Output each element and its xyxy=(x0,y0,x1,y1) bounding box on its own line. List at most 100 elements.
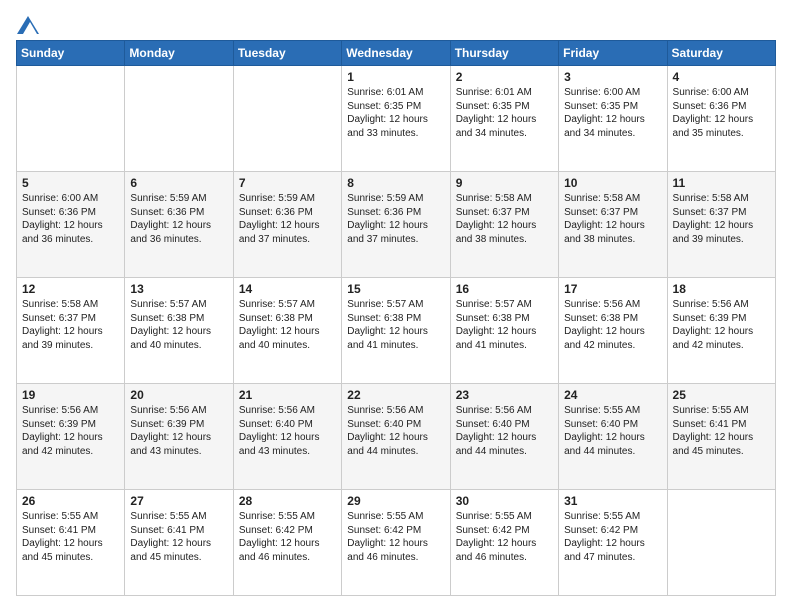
weekday-header-thursday: Thursday xyxy=(450,41,558,66)
day-info: Sunrise: 5:56 AM Sunset: 6:40 PM Dayligh… xyxy=(347,404,444,458)
calendar-cell: 19 Sunrise: 5:56 AM Sunset: 6:39 PM Dayli… xyxy=(17,384,125,490)
day-number: 14 xyxy=(239,282,336,296)
day-number: 19 xyxy=(22,388,119,402)
day-info: Sunrise: 5:55 AM Sunset: 6:42 PM Dayligh… xyxy=(239,510,336,564)
day-info: Sunrise: 5:56 AM Sunset: 6:39 PM Dayligh… xyxy=(22,404,119,458)
day-number: 4 xyxy=(673,70,770,84)
calendar-cell xyxy=(125,66,233,172)
weekday-header-monday: Monday xyxy=(125,41,233,66)
day-number: 10 xyxy=(564,176,661,190)
day-number: 6 xyxy=(130,176,227,190)
day-number: 16 xyxy=(456,282,553,296)
day-number: 28 xyxy=(239,494,336,508)
calendar-cell: 20 Sunrise: 5:56 AM Sunset: 6:39 PM Dayli… xyxy=(125,384,233,490)
calendar-cell: 24 Sunrise: 5:55 AM Sunset: 6:40 PM Dayli… xyxy=(559,384,667,490)
day-info: Sunrise: 6:01 AM Sunset: 6:35 PM Dayligh… xyxy=(347,86,444,140)
day-number: 17 xyxy=(564,282,661,296)
day-info: Sunrise: 5:57 AM Sunset: 6:38 PM Dayligh… xyxy=(239,298,336,352)
day-number: 23 xyxy=(456,388,553,402)
calendar-cell: 14 Sunrise: 5:57 AM Sunset: 6:38 PM Dayli… xyxy=(233,278,341,384)
calendar-cell: 11 Sunrise: 5:58 AM Sunset: 6:37 PM Dayli… xyxy=(667,172,775,278)
day-number: 2 xyxy=(456,70,553,84)
calendar-cell xyxy=(233,66,341,172)
calendar-cell: 30Sunrise: 5:55 AM Sunset: 6:42 PM Dayli… xyxy=(450,490,558,596)
day-info: Sunrise: 5:55 AM Sunset: 6:41 PM Dayligh… xyxy=(22,510,119,564)
day-number: 26 xyxy=(22,494,119,508)
calendar-cell: 28 Sunrise: 5:55 AM Sunset: 6:42 PM Dayli… xyxy=(233,490,341,596)
day-info: Sunrise: 6:00 AM Sunset: 6:36 PM Dayligh… xyxy=(673,86,770,140)
calendar-cell: 31Sunrise: 5:55 AM Sunset: 6:42 PM Dayli… xyxy=(559,490,667,596)
calendar-cell: 29 Sunrise: 5:55 AM Sunset: 6:42 PM Dayli… xyxy=(342,490,450,596)
week-row-3: 12 Sunrise: 5:58 AM Sunset: 6:37 PM Dayli… xyxy=(17,278,776,384)
week-row-5: 26 Sunrise: 5:55 AM Sunset: 6:41 PM Dayli… xyxy=(17,490,776,596)
calendar-cell: 26 Sunrise: 5:55 AM Sunset: 6:41 PM Dayli… xyxy=(17,490,125,596)
day-info: Sunrise: 5:58 AM Sunset: 6:37 PM Dayligh… xyxy=(22,298,119,352)
day-number: 24 xyxy=(564,388,661,402)
logo xyxy=(16,16,39,30)
day-number: 5 xyxy=(22,176,119,190)
day-info: Sunrise: 5:56 AM Sunset: 6:40 PM Dayligh… xyxy=(239,404,336,458)
weekday-header-friday: Friday xyxy=(559,41,667,66)
week-row-2: 5 Sunrise: 6:00 AM Sunset: 6:36 PM Daylig… xyxy=(17,172,776,278)
day-info: Sunrise: 5:58 AM Sunset: 6:37 PM Dayligh… xyxy=(456,192,553,246)
header xyxy=(16,16,776,30)
day-number: 31 xyxy=(564,494,661,508)
day-info: Sunrise: 5:55 AM Sunset: 6:40 PM Dayligh… xyxy=(564,404,661,458)
calendar-cell: 22 Sunrise: 5:56 AM Sunset: 6:40 PM Dayli… xyxy=(342,384,450,490)
calendar-cell: 1Sunrise: 6:01 AM Sunset: 6:35 PM Daylig… xyxy=(342,66,450,172)
day-info: Sunrise: 5:55 AM Sunset: 6:42 PM Dayligh… xyxy=(347,510,444,564)
day-number: 7 xyxy=(239,176,336,190)
calendar-cell: 9 Sunrise: 5:58 AM Sunset: 6:37 PM Daylig… xyxy=(450,172,558,278)
day-info: Sunrise: 5:55 AM Sunset: 6:41 PM Dayligh… xyxy=(673,404,770,458)
day-number: 20 xyxy=(130,388,227,402)
day-info: Sunrise: 5:57 AM Sunset: 6:38 PM Dayligh… xyxy=(456,298,553,352)
day-number: 15 xyxy=(347,282,444,296)
day-info: Sunrise: 5:56 AM Sunset: 6:39 PM Dayligh… xyxy=(673,298,770,352)
calendar-cell: 5 Sunrise: 6:00 AM Sunset: 6:36 PM Daylig… xyxy=(17,172,125,278)
day-number: 29 xyxy=(347,494,444,508)
day-number: 22 xyxy=(347,388,444,402)
calendar-cell: 3 Sunrise: 6:00 AM Sunset: 6:35 PM Daylig… xyxy=(559,66,667,172)
day-number: 3 xyxy=(564,70,661,84)
calendar-cell: 18 Sunrise: 5:56 AM Sunset: 6:39 PM Dayli… xyxy=(667,278,775,384)
day-info: Sunrise: 5:56 AM Sunset: 6:39 PM Dayligh… xyxy=(130,404,227,458)
day-number: 8 xyxy=(347,176,444,190)
weekday-header-tuesday: Tuesday xyxy=(233,41,341,66)
calendar-cell: 23Sunrise: 5:56 AM Sunset: 6:40 PM Dayli… xyxy=(450,384,558,490)
day-info: Sunrise: 5:57 AM Sunset: 6:38 PM Dayligh… xyxy=(347,298,444,352)
day-number: 9 xyxy=(456,176,553,190)
calendar-cell: 27 Sunrise: 5:55 AM Sunset: 6:41 PM Dayli… xyxy=(125,490,233,596)
calendar-table: SundayMondayTuesdayWednesdayThursdayFrid… xyxy=(16,40,776,596)
day-info: Sunrise: 5:55 AM Sunset: 6:41 PM Dayligh… xyxy=(130,510,227,564)
calendar-cell: 21Sunrise: 5:56 AM Sunset: 6:40 PM Dayli… xyxy=(233,384,341,490)
calendar-cell: 16 Sunrise: 5:57 AM Sunset: 6:38 PM Dayli… xyxy=(450,278,558,384)
day-info: Sunrise: 6:01 AM Sunset: 6:35 PM Dayligh… xyxy=(456,86,553,140)
calendar-cell: 7 Sunrise: 5:59 AM Sunset: 6:36 PM Daylig… xyxy=(233,172,341,278)
calendar-cell: 2 Sunrise: 6:01 AM Sunset: 6:35 PM Daylig… xyxy=(450,66,558,172)
day-number: 18 xyxy=(673,282,770,296)
day-info: Sunrise: 6:00 AM Sunset: 6:36 PM Dayligh… xyxy=(22,192,119,246)
calendar-cell xyxy=(667,490,775,596)
day-info: Sunrise: 6:00 AM Sunset: 6:35 PM Dayligh… xyxy=(564,86,661,140)
calendar-cell: 15 Sunrise: 5:57 AM Sunset: 6:38 PM Dayli… xyxy=(342,278,450,384)
day-info: Sunrise: 5:59 AM Sunset: 6:36 PM Dayligh… xyxy=(347,192,444,246)
page: SundayMondayTuesdayWednesdayThursdayFrid… xyxy=(0,0,792,612)
calendar-cell: 12 Sunrise: 5:58 AM Sunset: 6:37 PM Dayli… xyxy=(17,278,125,384)
day-number: 12 xyxy=(22,282,119,296)
day-info: Sunrise: 5:58 AM Sunset: 6:37 PM Dayligh… xyxy=(673,192,770,246)
day-number: 13 xyxy=(130,282,227,296)
day-number: 27 xyxy=(130,494,227,508)
logo-icon xyxy=(17,16,39,34)
calendar-cell: 8 Sunrise: 5:59 AM Sunset: 6:36 PM Daylig… xyxy=(342,172,450,278)
day-info: Sunrise: 5:59 AM Sunset: 6:36 PM Dayligh… xyxy=(239,192,336,246)
day-info: Sunrise: 5:56 AM Sunset: 6:38 PM Dayligh… xyxy=(564,298,661,352)
calendar-cell: 6Sunrise: 5:59 AM Sunset: 6:36 PM Daylig… xyxy=(125,172,233,278)
day-info: Sunrise: 5:55 AM Sunset: 6:42 PM Dayligh… xyxy=(456,510,553,564)
day-info: Sunrise: 5:58 AM Sunset: 6:37 PM Dayligh… xyxy=(564,192,661,246)
weekday-header-sunday: Sunday xyxy=(17,41,125,66)
weekday-header-wednesday: Wednesday xyxy=(342,41,450,66)
calendar-cell: 13Sunrise: 5:57 AM Sunset: 6:38 PM Dayli… xyxy=(125,278,233,384)
day-number: 11 xyxy=(673,176,770,190)
calendar-cell: 4 Sunrise: 6:00 AM Sunset: 6:36 PM Daylig… xyxy=(667,66,775,172)
weekday-header-saturday: Saturday xyxy=(667,41,775,66)
